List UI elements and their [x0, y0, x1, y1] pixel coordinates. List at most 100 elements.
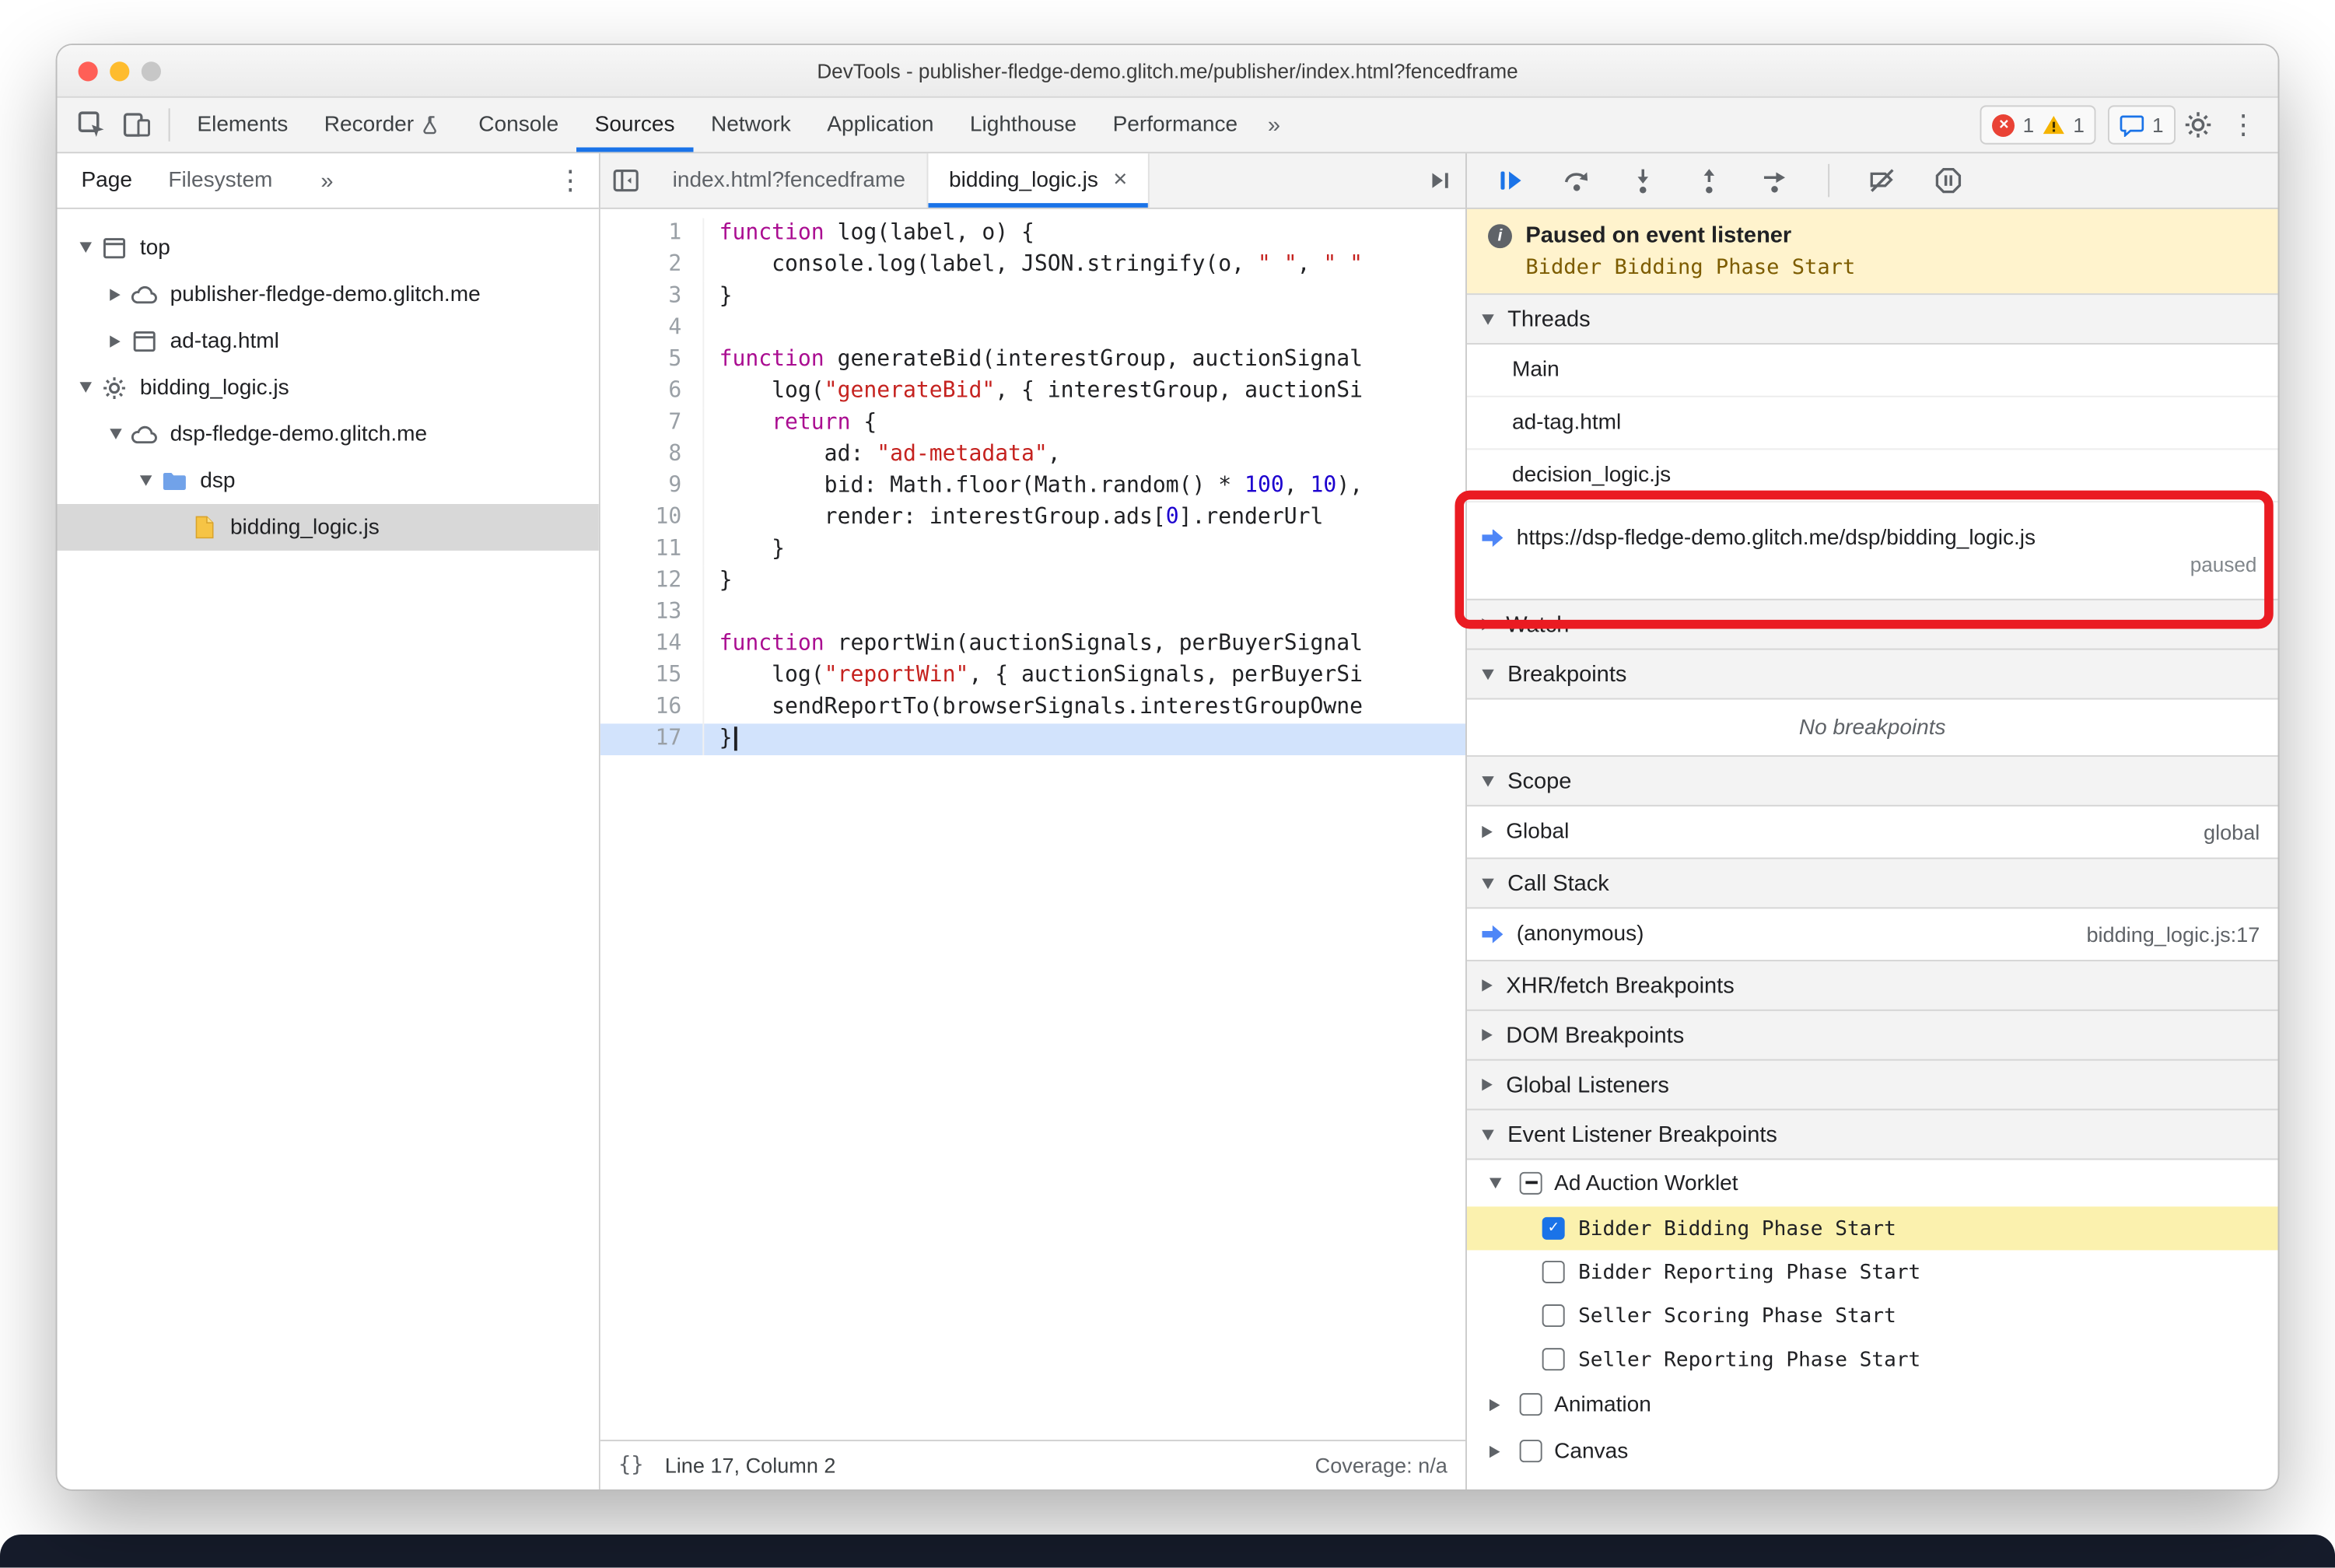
category-checkbox[interactable] [1519, 1171, 1542, 1195]
line-number[interactable]: 11 [600, 534, 705, 566]
editor-tab-bidding-logic[interactable]: bidding_logic.js × [927, 153, 1150, 208]
tab-page[interactable]: Page [81, 169, 132, 193]
tab-elements[interactable]: Elements [179, 98, 306, 152]
event-breakpoint-row[interactable]: Seller Reporting Phase Start [1467, 1338, 2278, 1381]
line-number[interactable]: 10 [600, 502, 705, 534]
event-checkbox[interactable] [1542, 1260, 1565, 1283]
scope-global-row[interactable]: Global global [1466, 807, 2278, 859]
line-number[interactable]: 14 [600, 628, 705, 661]
code-line[interactable]: 12} [600, 565, 1465, 597]
section-breakpoints-header[interactable]: Breakpoints [1466, 648, 2278, 700]
tree-item-dsp[interactable]: dsp [58, 457, 599, 504]
section-call-stack-header[interactable]: Call Stack [1466, 857, 2278, 909]
tree-item-dsp-fledge-demo-glitch-me[interactable]: dsp-fledge-demo.glitch.me [58, 411, 599, 457]
code-line[interactable]: 4 [600, 313, 1465, 345]
code-line[interactable]: 15 log("reportWin", { auctionSignals, pe… [600, 660, 1465, 692]
console-summary-button[interactable]: × 1 1 [1980, 105, 2097, 145]
frame-location[interactable]: bidding_logic.js:17 [2086, 922, 2260, 947]
disclosure-closed-icon[interactable] [1482, 1444, 1507, 1458]
tab-console[interactable]: Console [460, 98, 576, 152]
settings-gear-icon[interactable] [2176, 103, 2221, 145]
section-dom-breakpoints-header[interactable]: DOM Breakpoints [1466, 1009, 2278, 1061]
line-number[interactable]: 5 [600, 344, 705, 376]
line-number[interactable]: 4 [600, 313, 705, 345]
tree-item-bidding-logic-js[interactable]: bidding_logic.js [58, 364, 599, 411]
tab-sources[interactable]: Sources [576, 98, 692, 152]
event-category-row[interactable]: Canvas [1467, 1428, 2278, 1475]
code-line[interactable]: 6 log("generateBid", { interestGroup, au… [600, 376, 1465, 408]
more-navigator-tabs-icon[interactable]: » [309, 168, 345, 194]
section-global-listeners-header[interactable]: Global Listeners [1466, 1059, 2278, 1111]
step-icon[interactable] [1752, 159, 1798, 201]
tab-recorder[interactable]: Recorder [306, 98, 461, 152]
line-number[interactable]: 17 [600, 723, 705, 756]
section-event-listener-breakpoints-header[interactable]: Event Listener Breakpoints [1466, 1108, 2278, 1160]
step-into-icon[interactable] [1620, 159, 1665, 201]
disclosure-open-icon[interactable] [72, 242, 98, 253]
code-line[interactable]: 3} [600, 281, 1465, 313]
tree-item-ad-tag-html[interactable]: ad-tag.html [58, 317, 599, 364]
line-number[interactable]: 16 [600, 691, 705, 724]
resume-script-icon[interactable] [1488, 159, 1533, 201]
disclosure-closed-icon[interactable] [103, 334, 128, 347]
line-number[interactable]: 8 [600, 439, 705, 471]
code-line[interactable]: 10 render: interestGroup.ads[0].renderUr… [600, 502, 1465, 534]
code-editor[interactable]: 1 function log(label, o) {2 console.log(l… [600, 208, 1466, 1440]
line-number[interactable]: 3 [600, 281, 705, 313]
line-number[interactable]: 13 [600, 597, 705, 629]
step-out-icon[interactable] [1686, 159, 1731, 201]
tab-lighthouse[interactable]: Lighthouse [952, 98, 1095, 152]
pause-on-exceptions-icon[interactable] [1926, 159, 1971, 201]
pretty-print-icon[interactable]: {} [618, 1454, 644, 1478]
code-line[interactable]: 16 sendReportTo(browserSignals.interestG… [600, 691, 1465, 724]
tab-filesystem[interactable]: Filesystem [168, 169, 272, 193]
code-line[interactable]: 11 } [600, 534, 1465, 566]
code-line[interactable]: 1 function log(label, o) { [600, 218, 1465, 250]
thread-row[interactable]: https://dsp-fledge-demo.glitch.me/dsp/bi… [1466, 502, 2278, 600]
line-number[interactable]: 15 [600, 660, 705, 692]
event-breakpoint-row[interactable]: Seller Scoring Phase Start [1467, 1293, 2278, 1337]
section-scope-header[interactable]: Scope [1466, 755, 2278, 807]
thread-row[interactable]: Main [1466, 345, 2278, 397]
line-number[interactable]: 6 [600, 376, 705, 408]
event-checkbox[interactable] [1542, 1348, 1565, 1371]
code-line[interactable]: 5 function generateBid(interestGroup, auc… [600, 344, 1465, 376]
event-checkbox[interactable] [1542, 1216, 1565, 1240]
navigator-menu-icon[interactable]: ⋮ [557, 165, 584, 197]
event-category-row[interactable]: Ad Auction Worklet [1467, 1160, 2278, 1206]
minimize-window-button[interactable] [110, 61, 130, 81]
line-number[interactable]: 2 [600, 250, 705, 282]
call-stack-frame-row[interactable]: (anonymous) bidding_logic.js:17 [1466, 908, 2278, 962]
event-category-row[interactable]: Animation [1467, 1381, 2278, 1428]
more-panels-icon[interactable]: » [1255, 112, 1292, 138]
device-toolbar-icon[interactable] [114, 103, 159, 145]
code-line[interactable]: 8 ad: "ad-metadata", [600, 439, 1465, 471]
event-breakpoint-row[interactable]: Bidder Bidding Phase Start [1466, 1206, 2278, 1251]
disclosure-closed-icon[interactable] [103, 288, 128, 300]
tree-item-publisher-fledge-demo-glitch-me[interactable]: publisher-fledge-demo.glitch.me [58, 271, 599, 317]
toggle-navigator-icon[interactable] [600, 153, 652, 208]
code-line[interactable]: 17} [600, 723, 1466, 756]
code-line[interactable]: 14 function reportWin(auctionSignals, per… [600, 628, 1465, 661]
thread-row[interactable]: decision_logic.js [1466, 450, 2278, 503]
inspect-icon[interactable] [69, 103, 114, 145]
disclosure-closed-icon[interactable] [1482, 1398, 1507, 1411]
deactivate-breakpoints-icon[interactable] [1860, 159, 1905, 201]
line-number[interactable]: 9 [600, 471, 705, 503]
tab-application[interactable]: Application [809, 98, 952, 152]
line-number[interactable]: 7 [600, 408, 705, 439]
thread-row[interactable]: ad-tag.html [1466, 397, 2278, 450]
close-window-button[interactable] [78, 61, 98, 81]
tab-performance[interactable]: Performance [1094, 98, 1255, 152]
category-checkbox[interactable] [1519, 1440, 1542, 1463]
line-number[interactable]: 1 [600, 218, 705, 250]
disclosure-open-icon[interactable] [103, 429, 128, 439]
issues-button[interactable]: 1 [2108, 105, 2176, 145]
tree-item-top[interactable]: top [58, 224, 599, 271]
code-line[interactable]: 2 console.log(label, JSON.stringify(o, "… [600, 250, 1465, 282]
section-watch-header[interactable]: Watch [1466, 598, 2278, 650]
code-line[interactable]: 7 return { [600, 408, 1465, 439]
code-line[interactable]: 13 [600, 597, 1465, 629]
event-checkbox[interactable] [1542, 1304, 1565, 1328]
editor-tab-index-html[interactable]: index.html?fencedframe [652, 153, 928, 208]
